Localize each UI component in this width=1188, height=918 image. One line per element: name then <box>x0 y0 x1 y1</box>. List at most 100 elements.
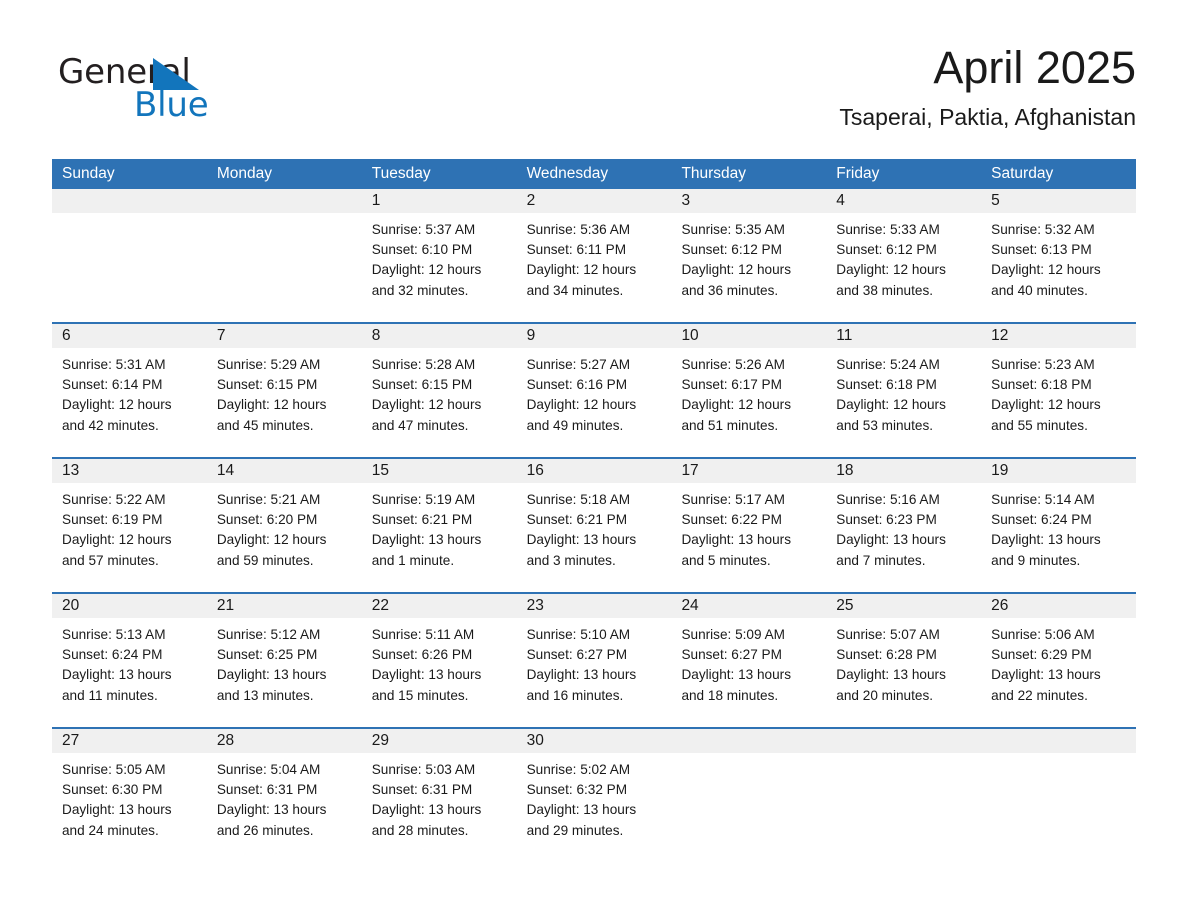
calendar-day-cell[interactable]: 10 Sunrise: 5:26 AM Sunset: 6:17 PM Dayligh… <box>671 324 827 457</box>
day-number: 10 <box>681 327 699 344</box>
calendar-day-cell[interactable]: 9 Sunrise: 5:27 AM Sunset: 6:16 PM Daylight… <box>516 324 672 457</box>
day-detail-line: Sunset: 6:21 PM <box>371 512 473 528</box>
calendar-day-cell[interactable]: 2 Sunrise: 5:36 AM Sunset: 6:11 PM Daylight… <box>516 189 672 322</box>
day-number: 5 <box>991 192 1000 209</box>
day-detail-line: Sunrise: 5:35 AM <box>681 222 785 237</box>
calendar-day-cell[interactable]: 13 Sunrise: 5:22 AM Sunset: 6:19 PM Dayligh… <box>52 459 207 592</box>
day-details: Sunrise: 5:35 AM Sunset: 6:12 PM Daylight:… <box>671 213 826 301</box>
day-detail-line: Sunrise: 5:03 AM <box>371 762 476 777</box>
weekday-header-wednesday: Wednesday <box>526 165 609 182</box>
calendar-day-cell[interactable]: 27 Sunrise: 5:05 AM Sunset: 6:30 PM Dayligh… <box>52 729 207 863</box>
calendar-day-cell[interactable]: 24 Sunrise: 5:09 AM Sunset: 6:27 PM Dayligh… <box>671 594 827 727</box>
calendar-day-cell[interactable]: 4 Sunrise: 5:33 AM Sunset: 6:12 PM Daylight… <box>826 189 982 322</box>
day-detail-line: and 32 minutes. <box>371 282 469 298</box>
calendar-day-cell[interactable]: 22 Sunrise: 5:11 AM Sunset: 6:26 PM Dayligh… <box>361 594 517 727</box>
day-details: Sunrise: 5:04 AM Sunset: 6:31 PM Daylight:… <box>207 753 362 841</box>
calendar-day-cell[interactable]: 20 Sunrise: 5:13 AM Sunset: 6:24 PM Dayligh… <box>52 594 207 727</box>
day-detail-line: Sunrise: 5:02 AM <box>526 762 631 777</box>
day-detail-line: Sunset: 6:27 PM <box>526 647 628 663</box>
logo-text-blue: Blue <box>134 85 209 125</box>
calendar-day-cell[interactable]: 29 Sunrise: 5:03 AM Sunset: 6:31 PM Dayligh… <box>361 729 517 863</box>
day-detail-line: Sunset: 6:12 PM <box>681 242 782 258</box>
calendar-day-cell[interactable]: 17 Sunrise: 5:17 AM Sunset: 6:22 PM Dayligh… <box>671 459 827 592</box>
day-number: 12 <box>991 327 1009 344</box>
day-details: Sunrise: 5:03 AM Sunset: 6:31 PM Daylight:… <box>362 753 517 841</box>
day-detail-line: and 9 minutes. <box>991 552 1081 568</box>
calendar-day-cell[interactable]: 21 Sunrise: 5:12 AM Sunset: 6:25 PM Dayligh… <box>206 594 362 727</box>
calendar-day-cell[interactable]: 7 Sunrise: 5:29 AM Sunset: 6:15 PM Daylight… <box>206 324 362 457</box>
day-detail-line: Daylight: 13 hours <box>371 532 482 548</box>
day-detail-line: Sunset: 6:32 PM <box>526 782 628 798</box>
day-number-band: 30 <box>516 729 672 753</box>
calendar-day-cell[interactable]: 6 Sunrise: 5:31 AM Sunset: 6:14 PM Daylight… <box>52 324 207 457</box>
day-detail-line: Sunset: 6:15 PM <box>371 377 473 393</box>
day-number: 23 <box>526 597 544 614</box>
masthead: General Blue April 2025 Tsaperai, Paktia… <box>52 44 1136 144</box>
day-number-band: 19 <box>981 459 1137 483</box>
day-number: 17 <box>681 462 699 479</box>
day-detail-line: Sunset: 6:19 PM <box>62 512 163 528</box>
day-detail-line: Sunrise: 5:24 AM <box>836 357 940 372</box>
day-number: 11 <box>836 327 853 344</box>
weekday-header-thursday: Thursday <box>681 165 747 182</box>
day-detail-line: Daylight: 12 hours <box>681 397 792 413</box>
day-detail-line: Sunset: 6:20 PM <box>216 512 318 528</box>
calendar-day-cell[interactable]: 28 Sunrise: 5:04 AM Sunset: 6:31 PM Dayligh… <box>206 729 362 863</box>
day-details: Sunrise: 5:17 AM Sunset: 6:22 PM Daylight:… <box>671 483 826 571</box>
calendar-day-cell[interactable]: 26 Sunrise: 5:06 AM Sunset: 6:29 PM Dayligh… <box>981 594 1137 727</box>
day-detail-line: Daylight: 12 hours <box>62 397 172 413</box>
day-detail-line: Sunrise: 5:32 AM <box>991 222 1095 237</box>
page-title: April 2025 <box>933 42 1136 93</box>
calendar-day-cell-empty <box>671 729 827 863</box>
calendar-day-cell[interactable]: 5 Sunrise: 5:32 AM Sunset: 6:13 PM Daylight… <box>981 189 1137 322</box>
calendar-day-cell[interactable]: 3 Sunrise: 5:35 AM Sunset: 6:12 PM Daylight… <box>671 189 827 322</box>
calendar-day-cell-empty <box>206 189 362 322</box>
day-details: Sunrise: 5:16 AM Sunset: 6:23 PM Daylight:… <box>826 483 981 571</box>
calendar-day-cell[interactable]: 8 Sunrise: 5:28 AM Sunset: 6:15 PM Daylight… <box>361 324 517 457</box>
day-detail-line: and 57 minutes. <box>62 552 159 568</box>
calendar-week-row: 27 Sunrise: 5:05 AM Sunset: 6:30 PM Dayligh… <box>52 727 1137 863</box>
day-detail-line: and 3 minutes. <box>526 552 616 568</box>
day-detail-line: Sunset: 6:24 PM <box>991 512 1092 528</box>
calendar-day-cell-empty <box>981 729 1137 863</box>
calendar-day-cell[interactable]: 23 Sunrise: 5:10 AM Sunset: 6:27 PM Dayligh… <box>516 594 672 727</box>
calendar-day-cell[interactable]: 12 Sunrise: 5:23 AM Sunset: 6:18 PM Dayligh… <box>981 324 1137 457</box>
day-detail-line: and 1 minute. <box>371 552 455 568</box>
calendar-day-cell[interactable]: 19 Sunrise: 5:14 AM Sunset: 6:24 PM Dayligh… <box>981 459 1137 592</box>
day-detail-line: and 7 minutes. <box>836 552 926 568</box>
day-detail-line: and 42 minutes. <box>62 417 159 433</box>
day-detail-line: Daylight: 13 hours <box>526 532 637 548</box>
day-number-band: 17 <box>671 459 827 483</box>
day-detail-line: Sunrise: 5:22 AM <box>62 492 166 507</box>
day-detail-line: and 11 minutes. <box>62 687 158 703</box>
day-details: Sunrise: 5:12 AM Sunset: 6:25 PM Daylight:… <box>207 618 362 706</box>
day-number: 22 <box>371 597 389 614</box>
day-details: Sunrise: 5:18 AM Sunset: 6:21 PM Daylight:… <box>517 483 672 571</box>
day-detail-line: Sunset: 6:18 PM <box>991 377 1092 393</box>
calendar-day-cell[interactable]: 16 Sunrise: 5:18 AM Sunset: 6:21 PM Dayligh… <box>516 459 672 592</box>
calendar-day-cell[interactable]: 14 Sunrise: 5:21 AM Sunset: 6:20 PM Dayligh… <box>206 459 362 592</box>
calendar-day-cell[interactable]: 1 Sunrise: 5:37 AM Sunset: 6:10 PM Daylight… <box>361 189 517 322</box>
day-detail-line: Sunset: 6:12 PM <box>836 242 937 258</box>
calendar-day-cell[interactable]: 25 Sunrise: 5:07 AM Sunset: 6:28 PM Dayligh… <box>826 594 982 727</box>
day-detail-line: Sunset: 6:14 PM <box>62 377 163 393</box>
day-detail-line: Sunrise: 5:23 AM <box>991 357 1095 372</box>
day-number-band: 26 <box>981 594 1137 618</box>
calendar-day-cell[interactable]: 30 Sunrise: 5:02 AM Sunset: 6:32 PM Dayligh… <box>516 729 672 863</box>
day-detail-line: Sunrise: 5:06 AM <box>991 627 1095 642</box>
calendar-day-cell[interactable]: 18 Sunrise: 5:16 AM Sunset: 6:23 PM Dayligh… <box>826 459 982 592</box>
day-details: Sunrise: 5:23 AM Sunset: 6:18 PM Daylight:… <box>981 348 1136 436</box>
day-detail-line: and 26 minutes. <box>216 822 314 838</box>
calendar-day-cell[interactable]: 15 Sunrise: 5:19 AM Sunset: 6:21 PM Dayligh… <box>361 459 517 592</box>
day-details: Sunrise: 5:14 AM Sunset: 6:24 PM Daylight:… <box>981 483 1136 571</box>
day-detail-line: Daylight: 13 hours <box>681 532 792 548</box>
day-detail-line: and 38 minutes. <box>836 282 934 298</box>
day-details: Sunrise: 5:29 AM Sunset: 6:15 PM Daylight:… <box>207 348 362 436</box>
day-detail-line: and 13 minutes. <box>216 687 314 703</box>
day-detail-line: Sunrise: 5:28 AM <box>371 357 476 372</box>
day-number: 14 <box>216 462 235 479</box>
day-details: Sunrise: 5:31 AM Sunset: 6:14 PM Daylight:… <box>52 348 207 436</box>
day-number: 15 <box>371 462 389 479</box>
calendar-day-cell[interactable]: 11 Sunrise: 5:24 AM Sunset: 6:18 PM Dayligh… <box>826 324 982 457</box>
generalblue-logo[interactable]: General Blue <box>58 52 318 128</box>
